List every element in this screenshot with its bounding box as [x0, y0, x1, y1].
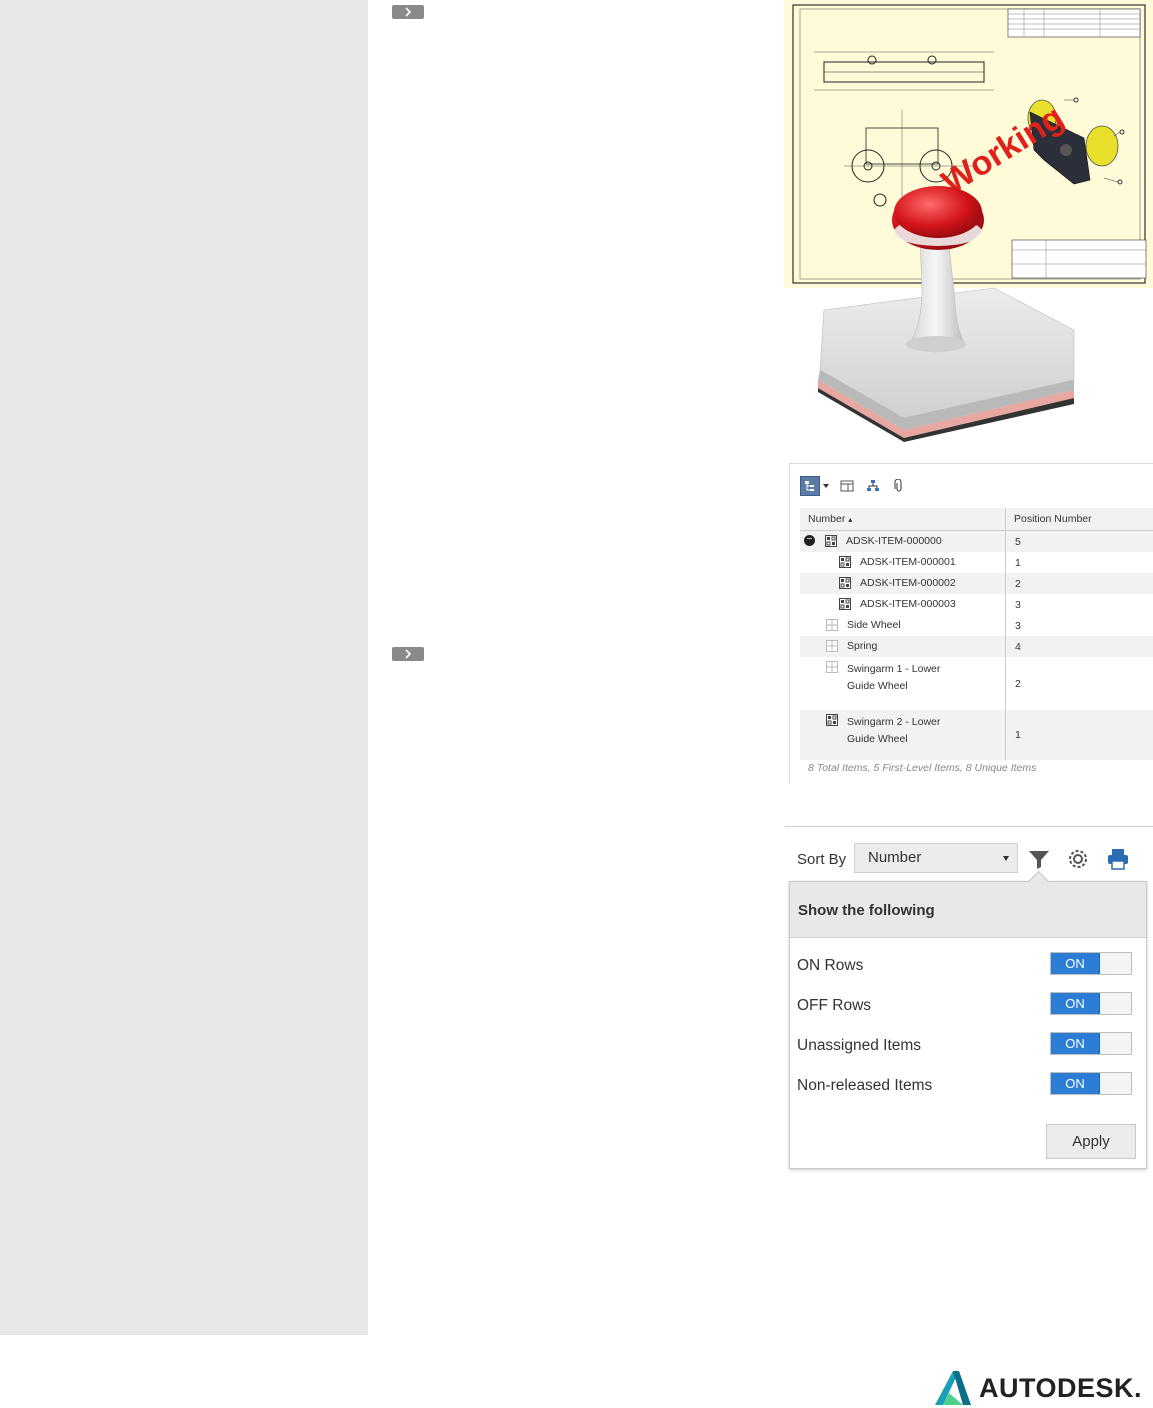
row-number: Side Wheel — [847, 619, 901, 631]
row-number: Swingarm 2 - Lower Guide Wheel — [847, 716, 941, 745]
bom-table: Number ▴ Position Number − ADSK-ITEM-000… — [800, 508, 1153, 760]
autodesk-logo-icon — [935, 1371, 971, 1405]
hierarchy-icon — [867, 480, 879, 491]
sort-by-value: Number — [868, 849, 922, 866]
sidebar-panel — [0, 0, 368, 1335]
chevron-right-icon — [405, 7, 412, 17]
table-row[interactable]: ADSK-ITEM-000002 2 — [800, 573, 1153, 594]
toggle-off-rows[interactable]: ON — [1050, 992, 1132, 1015]
option-non-released-label: Non-released Items — [797, 1077, 933, 1094]
row-position: 2 — [1015, 677, 1021, 690]
sort-by-select[interactable]: Number — [854, 843, 1018, 873]
row-position: 3 — [1015, 619, 1021, 632]
expand-button-2[interactable] — [392, 647, 424, 661]
paperclip-icon — [894, 479, 902, 492]
row-position: 2 — [1015, 577, 1021, 590]
option-unassigned-label: Unassigned Items — [797, 1037, 922, 1054]
table-row[interactable]: Swingarm 2 - Lower Guide Wheel 1 — [800, 710, 1153, 760]
part-icon — [826, 640, 838, 652]
toggle-state: ON — [1051, 1073, 1100, 1094]
autodesk-logo: AUTODESK. — [933, 1368, 1142, 1408]
bom-summary: 8 Total Items, 5 First-Level Items, 8 Un… — [808, 762, 1037, 774]
table-row[interactable]: ADSK-ITEM-000001 1 — [800, 552, 1153, 573]
filter-panel: Sort By Number Show the following ON Row… — [785, 826, 1153, 1172]
popup-arrow — [1027, 870, 1050, 893]
tree-view-button[interactable] — [800, 476, 820, 496]
attachment-button[interactable] — [890, 477, 908, 495]
apply-button[interactable]: Apply — [1046, 1124, 1136, 1159]
assembly-icon — [839, 598, 851, 610]
toggle-on-rows[interactable]: ON — [1050, 952, 1132, 975]
option-off-rows-label: OFF Rows — [797, 997, 872, 1014]
collapse-icon[interactable]: − — [804, 535, 815, 546]
column-header-label: Number — [808, 513, 846, 525]
row-position: 4 — [1015, 640, 1021, 653]
table-row[interactable]: ADSK-ITEM-000003 3 — [800, 594, 1153, 615]
assembly-icon — [839, 556, 851, 568]
column-header-number[interactable]: Number ▴ — [800, 508, 1006, 530]
grid-view-icon — [840, 480, 854, 492]
row-number: Spring — [847, 640, 878, 652]
bom-panel: Number ▴ Position Number − ADSK-ITEM-000… — [789, 463, 1153, 784]
assembly-icon — [826, 714, 838, 726]
toggle-state: ON — [1051, 1033, 1100, 1054]
toggle-unassigned[interactable]: ON — [1050, 1032, 1132, 1055]
filter-popup: Show the following ON Rows ON OFF Rows O… — [789, 870, 1147, 1169]
popup-header: Show the following — [790, 870, 1146, 938]
part-icon — [826, 619, 838, 631]
sort-by-label: Sort By — [797, 851, 847, 868]
rubber-stamp-image — [784, 180, 1153, 450]
row-number: Swingarm 1 - Lower Guide Wheel — [847, 663, 941, 692]
dropdown-arrow-icon[interactable] — [822, 483, 830, 489]
expand-button-1[interactable] — [392, 5, 424, 19]
table-row[interactable]: Spring 4 — [800, 636, 1153, 657]
filter-icon[interactable] — [1027, 847, 1051, 871]
autodesk-logo-text: AUTODESK. — [979, 1372, 1143, 1403]
sort-asc-icon: ▴ — [848, 514, 853, 524]
row-position: 5 — [1015, 535, 1021, 548]
toggle-non-released[interactable]: ON — [1050, 1072, 1132, 1095]
toggle-state: ON — [1051, 953, 1100, 974]
bom-header-row: Number ▴ Position Number — [800, 508, 1153, 531]
table-row[interactable]: Swingarm 1 - Lower Guide Wheel 2 — [800, 657, 1153, 710]
chevron-down-icon — [1003, 856, 1009, 861]
row-number: ADSK-ITEM-000001 — [860, 556, 956, 568]
popup-title: Show the following — [798, 902, 935, 919]
gear-icon[interactable] — [1066, 847, 1090, 871]
table-row[interactable]: − ADSK-ITEM-000000 5 — [800, 531, 1153, 552]
column-header-position[interactable]: Position Number — [1006, 513, 1092, 525]
bom-toolbar — [800, 476, 908, 496]
details-view-button[interactable] — [838, 477, 856, 495]
part-icon — [826, 661, 838, 673]
row-position: 1 — [1015, 556, 1021, 569]
option-on-rows-label: ON Rows — [797, 957, 864, 974]
assembly-icon — [825, 535, 837, 547]
table-row[interactable]: Side Wheel 3 — [800, 615, 1153, 636]
print-icon[interactable] — [1106, 847, 1130, 871]
chevron-right-icon — [405, 649, 412, 659]
tree-view-icon — [805, 481, 814, 491]
row-number: ADSK-ITEM-000003 — [860, 598, 956, 610]
assembly-icon — [839, 577, 851, 589]
column-header-label: Position Number — [1014, 513, 1092, 525]
row-number: ADSK-ITEM-000002 — [860, 577, 956, 589]
row-number: ADSK-ITEM-000000 — [846, 535, 942, 547]
toggle-state: ON — [1051, 993, 1100, 1014]
hierarchy-button[interactable] — [864, 477, 882, 495]
row-position: 3 — [1015, 598, 1021, 611]
row-position: 1 — [1015, 729, 1021, 741]
